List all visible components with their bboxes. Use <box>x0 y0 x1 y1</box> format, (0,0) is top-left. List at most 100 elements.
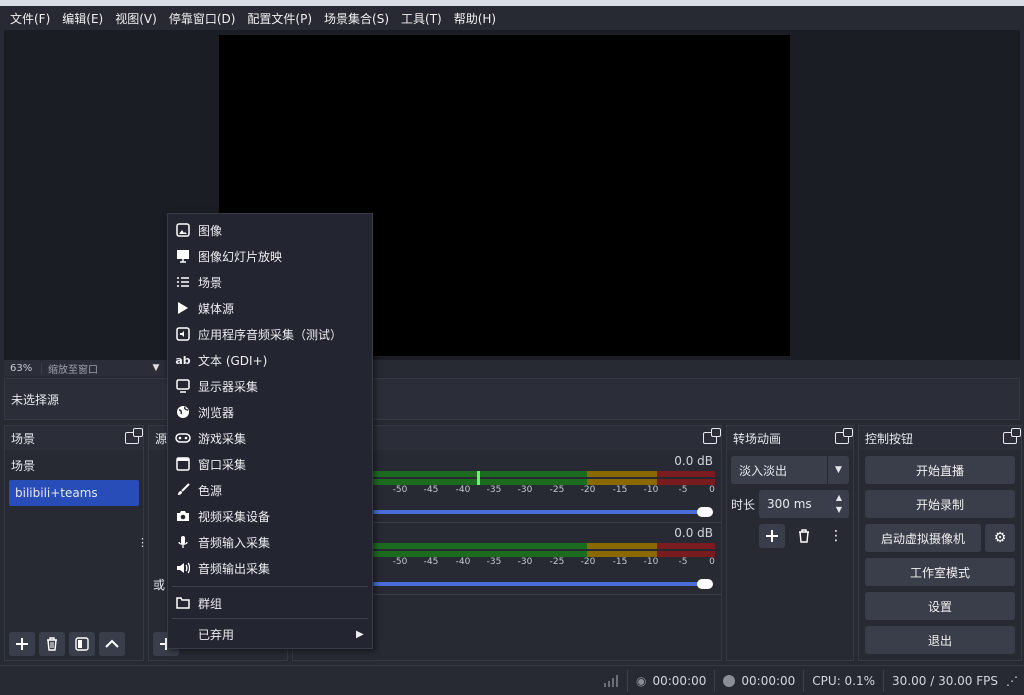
transition-toolbar: ⋮ <box>759 524 853 548</box>
start-virtual-camera-button[interactable]: 启动虚拟摄像机 <box>865 524 981 552</box>
undock-icon[interactable] <box>835 428 853 444</box>
meter-ticks-2: -50 -45 -40 -35 -30 -25 -20 -15 -10 -5 0 <box>392 557 715 567</box>
menu-item-audio-input[interactable]: 音频输入采集 <box>168 530 372 554</box>
caret-down-icon: ▼ <box>827 456 849 484</box>
menu-docks[interactable]: 停靠窗口(D) <box>163 10 242 27</box>
transition-select-value: 淡入淡出 <box>739 463 788 478</box>
transition-menu-button[interactable]: ⋮ <box>823 524 849 548</box>
no-source-label: 未选择源 <box>11 392 60 407</box>
menu-item-slideshow[interactable]: 图像幻灯片放映 <box>168 244 372 268</box>
scene-filters-button[interactable] <box>69 632 95 656</box>
mixer-label-partial: 或 <box>153 578 166 592</box>
mic-icon <box>178 536 188 548</box>
transitions-dock-header: 转场动画 <box>727 426 853 450</box>
volume-knob-2[interactable] <box>697 579 713 589</box>
stream-time: 00:00:00 <box>652 673 707 688</box>
record-dot-icon <box>723 674 736 687</box>
sources-title: 源 <box>155 431 168 446</box>
remove-scene-button[interactable] <box>39 632 65 656</box>
speaker-icon <box>177 562 190 574</box>
undock-icon[interactable] <box>125 428 143 444</box>
transitions-dock: 转场动画 淡入淡出 ▼ 时长 300 ms ▲ ▼ ⋮ <box>726 425 854 661</box>
transition-select[interactable]: 淡入淡出 ▼ <box>731 456 849 484</box>
add-transition-button[interactable] <box>759 524 785 548</box>
transitions-title: 转场动画 <box>733 431 782 446</box>
list-item[interactable]: 场景 <box>5 452 143 478</box>
list-item-selected[interactable]: bilibili+teams <box>9 480 139 506</box>
meter-ticks-1: -50 -45 -40 -35 -30 -25 -20 -15 -10 -5 0 <box>392 485 715 495</box>
start-recording-button[interactable]: 开始录制 <box>865 490 1015 518</box>
window-icon <box>176 457 190 471</box>
settings-button[interactable]: 设置 <box>865 592 1015 620</box>
controls-title: 控制按钮 <box>865 431 914 446</box>
menu-item-scene[interactable]: 场景 <box>168 270 372 294</box>
menu-profile[interactable]: 配置文件(P) <box>241 10 318 27</box>
virtual-camera-settings-button[interactable]: ⚙ <box>985 524 1015 552</box>
menu-bar: 文件(F) 编辑(E) 视图(V) 停靠窗口(D) 配置文件(P) 场景集合(S… <box>0 6 1024 30</box>
slideshow-icon <box>177 250 189 263</box>
plus-icon <box>16 638 28 650</box>
volume-knob-1[interactable] <box>697 507 713 517</box>
menu-tools[interactable]: 工具(T) <box>395 10 448 27</box>
zoom-mode[interactable]: 缩放至窗口 <box>42 361 148 376</box>
scenes-dock: 场景 场景 bilibili+teams <box>4 425 144 661</box>
studio-mode-button[interactable]: 工作室模式 <box>865 558 1015 586</box>
menu-item-color-source[interactable]: 色源 <box>168 478 372 502</box>
menu-item-app-audio[interactable]: 应用程序音频采集（测试） <box>168 322 372 346</box>
menu-file[interactable]: 文件(F) <box>4 10 56 27</box>
chevron-right-icon: ▶ <box>356 628 364 640</box>
list-icon <box>177 277 189 287</box>
brush-icon <box>178 483 190 495</box>
menu-scene-collection[interactable]: 场景集合(S) <box>318 10 395 27</box>
preview-area[interactable] <box>4 30 1020 360</box>
record-time: 00:00:00 <box>741 673 796 688</box>
scenes-title: 场景 <box>11 431 36 446</box>
menu-view[interactable]: 视图(V) <box>109 10 163 27</box>
zoom-percent: 63% <box>4 362 42 374</box>
filter-icon <box>75 637 89 651</box>
undock-icon[interactable] <box>1003 428 1021 444</box>
duration-spinbox[interactable]: 300 ms ▲ ▼ <box>759 490 849 518</box>
globe-icon <box>177 406 189 418</box>
volume-slider-1[interactable] <box>373 510 709 514</box>
menu-item-audio-output[interactable]: 音频输出采集 <box>168 556 372 580</box>
exit-button[interactable]: 退出 <box>865 626 1015 654</box>
undock-icon[interactable] <box>703 428 721 444</box>
menu-item-video-capture[interactable]: 视频采集设备 <box>168 504 372 528</box>
resize-grip-icon[interactable]: ⋰ <box>1006 670 1024 692</box>
menu-item-text[interactable]: ab 文本 (GDI+) <box>168 348 372 372</box>
volume-meter-2 <box>373 543 715 557</box>
menu-item-browser[interactable]: 浏览器 <box>168 400 372 424</box>
duration-row: 时长 300 ms ▲ ▼ <box>731 490 849 518</box>
cpu-usage: CPU: 0.1% <box>803 669 883 692</box>
spin-arrows-icon[interactable]: ▲ ▼ <box>829 492 849 516</box>
broadcast-icon: ◉ <box>636 673 647 688</box>
menu-item-window-capture[interactable]: 窗口采集 <box>168 452 372 476</box>
stream-status: ◉ 00:00:00 <box>627 669 714 692</box>
menu-item-image[interactable]: 图像 <box>168 218 372 242</box>
menu-item-deprecated[interactable]: 已弃用 ▶ <box>168 622 372 646</box>
image-icon <box>176 223 190 237</box>
remove-transition-button[interactable] <box>791 524 817 548</box>
add-source-context-menu: 图像 图像幻灯片放映 场景 媒体源 应用程序音频采集（测试） ab 文本 (GD… <box>167 213 373 649</box>
volume-slider-2[interactable] <box>373 582 709 586</box>
add-scene-button[interactable] <box>9 632 35 656</box>
menu-edit[interactable]: 编辑(E) <box>56 10 109 27</box>
gamepad-icon <box>175 433 191 443</box>
virtual-cam-row: 启动虚拟摄像机 ⚙ <box>865 524 1015 552</box>
camera-icon <box>177 511 189 521</box>
gear-icon: ⚙ <box>993 530 1007 546</box>
menu-item-group[interactable]: 群组 <box>168 591 372 615</box>
move-scene-up-button[interactable] <box>99 632 125 656</box>
text-icon: ab <box>175 353 191 367</box>
menu-item-game-capture[interactable]: 游戏采集 <box>168 426 372 450</box>
menu-item-display-capture[interactable]: 显示器采集 <box>168 374 372 398</box>
play-icon <box>178 302 188 314</box>
scenes-toolbar <box>9 632 125 656</box>
mixer-db-2: 0.0 dB <box>674 526 713 540</box>
menu-item-media-source[interactable]: 媒体源 <box>168 296 372 320</box>
menu-help[interactable]: 帮助(H) <box>448 10 502 27</box>
caret-down-icon[interactable]: ▼ <box>148 363 164 373</box>
zoom-bar: 63% 缩放至窗口 ▼ <box>4 360 164 376</box>
start-streaming-button[interactable]: 开始直播 <box>865 456 1015 484</box>
